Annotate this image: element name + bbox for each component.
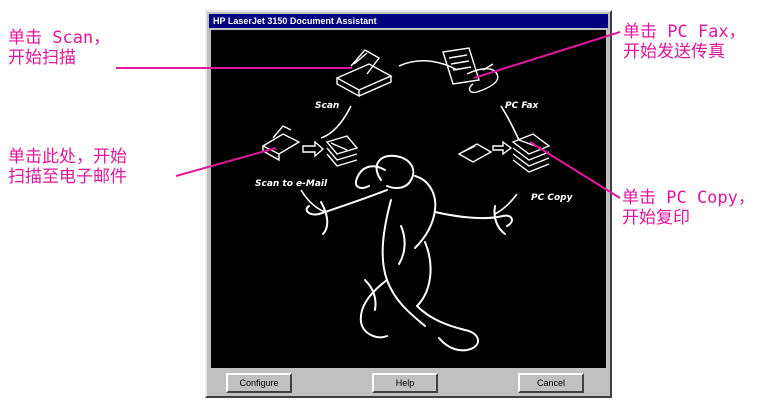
- callout-leaders: [116, 31, 621, 199]
- pc-fax-leader: [473, 31, 621, 79]
- scan-to-email-leader: [175, 147, 277, 177]
- pc-copy-leader: [529, 141, 621, 199]
